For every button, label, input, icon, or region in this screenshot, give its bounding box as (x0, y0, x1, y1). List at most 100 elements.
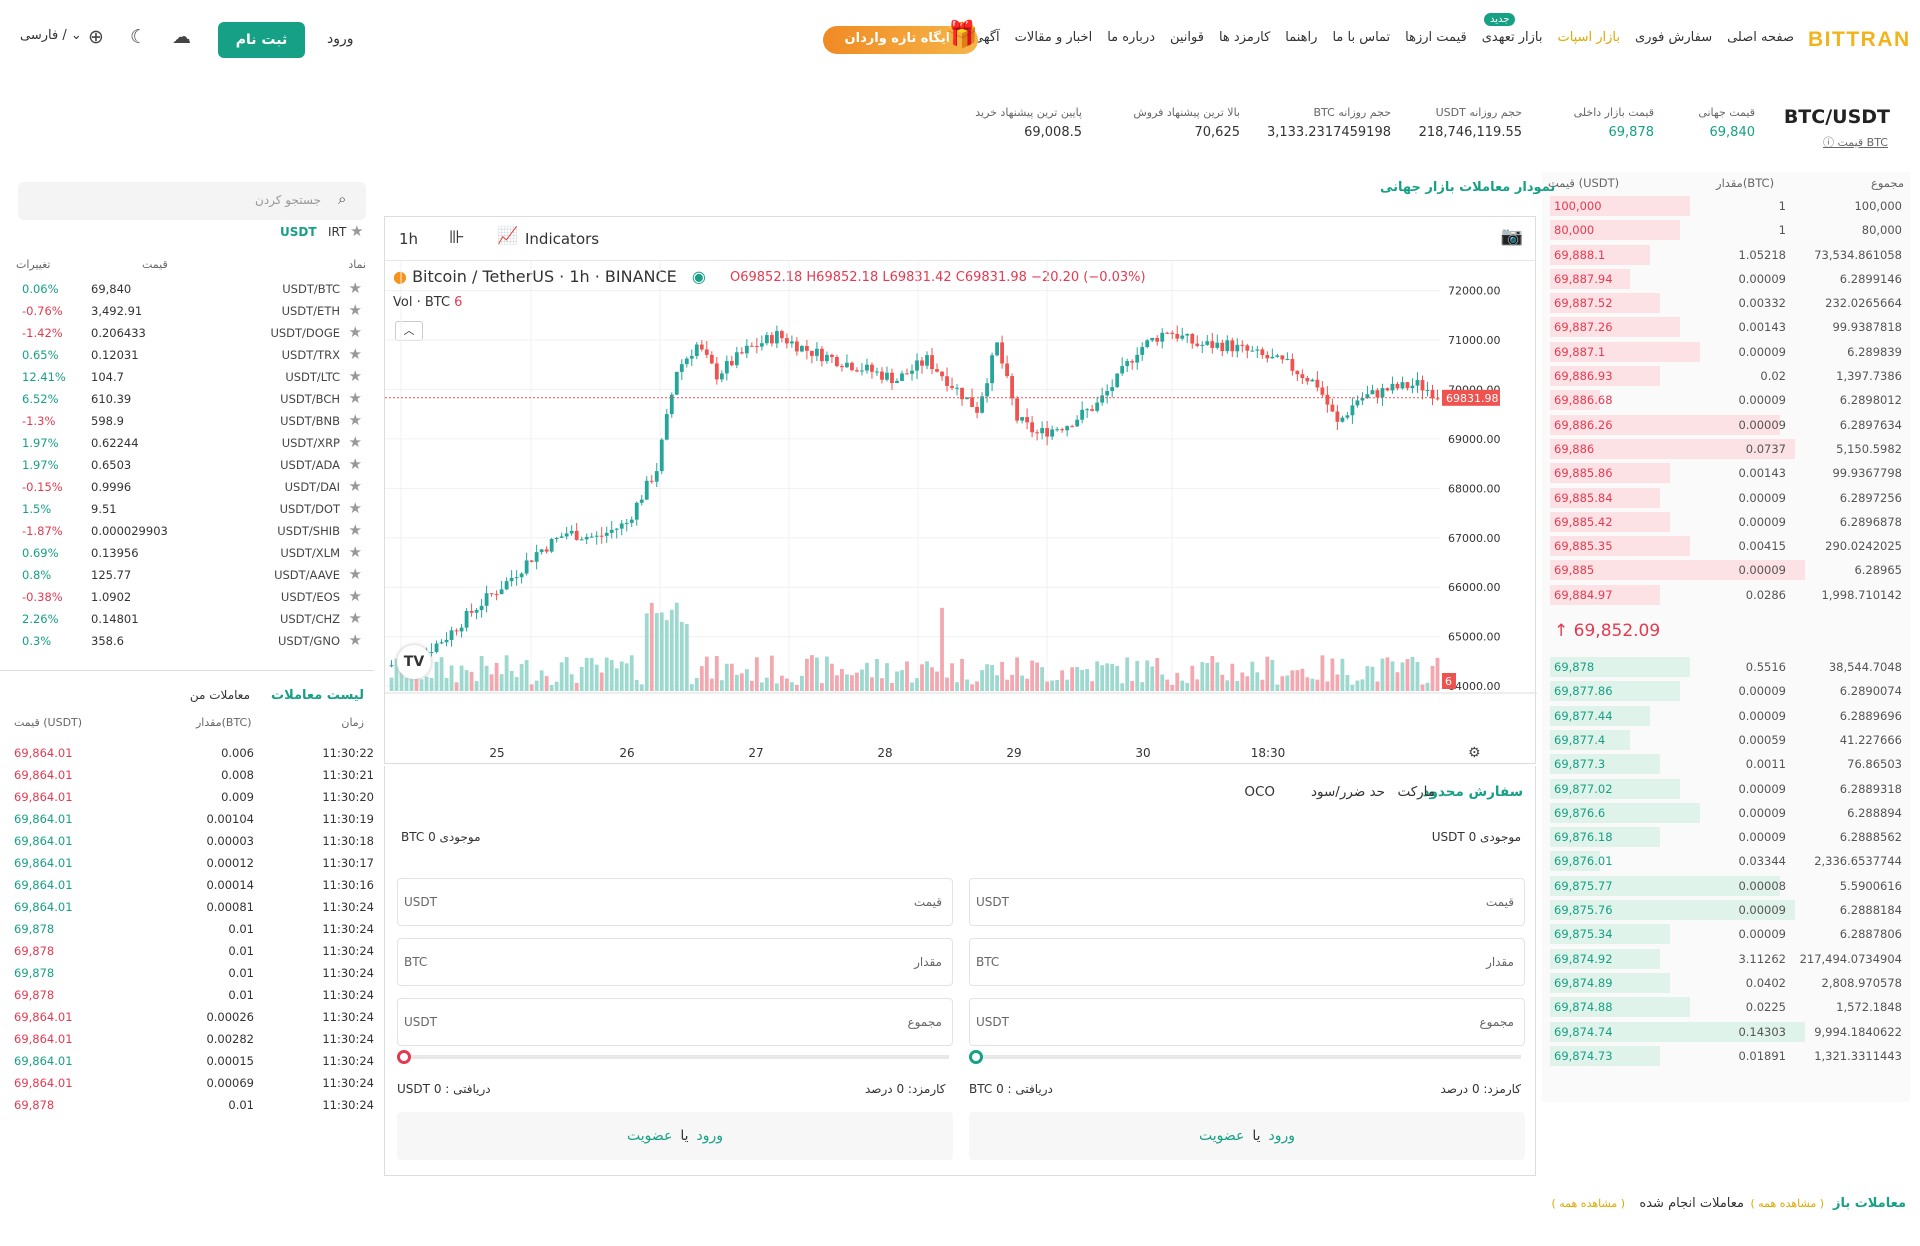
sell-percent-slider[interactable] (401, 1055, 949, 1059)
done-orders-view-all[interactable]: ( مشاهده همه ) (1551, 1197, 1625, 1210)
star-icon[interactable]: ★ (349, 433, 362, 451)
orderbook-row[interactable]: 69,875.77 0.00008 5.5900616 (1542, 874, 1910, 898)
nav-item-7[interactable]: کارمزد ها (1219, 30, 1270, 45)
market-row[interactable]: 0.3% 358.6 USDT/GNO ★ (18, 630, 366, 652)
candle-type-icon[interactable]: ⊪ (449, 227, 465, 248)
orderbook-row[interactable]: 69,886.26 0.00009 6.2897634 (1542, 413, 1910, 437)
slider-handle[interactable] (969, 1050, 983, 1064)
orderbook-row[interactable]: 69,877.44 0.00009 6.2889696 (1542, 704, 1910, 728)
market-row[interactable]: -0.38% 1.0902 USDT/EOS ★ (18, 586, 366, 608)
orderbook-row[interactable]: 69,884.97 0.0286 1,998.710142 (1542, 583, 1910, 607)
market-row[interactable]: 0.8% 125.77 USDT/AAVE ★ (18, 564, 366, 586)
star-icon[interactable]: ★ (349, 301, 362, 319)
indicators-button[interactable]: Indicators (525, 230, 599, 248)
orderbook-row[interactable]: 69,875.34 0.00009 6.2887806 (1542, 922, 1910, 946)
tab-oco[interactable]: OCO (1244, 784, 1275, 800)
orderbook-row[interactable]: 69,885.35 0.00415 290.0242025 (1542, 534, 1910, 558)
login-link[interactable]: ورود (327, 31, 354, 47)
globe-icon[interactable]: ⊕ (88, 26, 104, 48)
orderbook-row[interactable]: 69,885 0.00009 6.28965 (1542, 558, 1910, 582)
orderbook-row[interactable]: 69,876.01 0.03344 2,336.6537744 (1542, 849, 1910, 873)
buy-amount-input[interactable]: مقدار BTC (969, 938, 1525, 986)
orderbook-row[interactable]: 69,874.73 0.01891 1,321.3311443 (1542, 1044, 1910, 1068)
chart-canvas[interactable]: 72000.0071000.0070000.0069000.0068000.00… (385, 261, 1537, 765)
star-icon[interactable]: ★ (349, 543, 362, 561)
logo[interactable]: BITTRAN (1808, 28, 1911, 52)
moon-icon[interactable]: ☾ (130, 26, 147, 48)
star-icon[interactable]: ★ (350, 222, 363, 240)
orderbook-row[interactable]: 69,874.92 3.11262 217,494.0734904 (1542, 947, 1910, 971)
market-row[interactable]: 0.69% 0.13956 USDT/XLM ★ (18, 542, 366, 564)
orderbook-row[interactable]: 69,887.26 0.00143 99.9387818 (1542, 315, 1910, 339)
cloud-download-icon[interactable]: ☁ (172, 26, 191, 48)
nav-item-1[interactable]: سفارش فوری (1635, 30, 1712, 45)
tab-my-trades[interactable]: معاملات من (190, 688, 250, 702)
market-row[interactable]: -0.76% 3,492.91 USDT/ETH ★ (18, 300, 366, 322)
buy-percent-slider[interactable] (973, 1055, 1521, 1059)
orderbook-row[interactable]: 69,878 0.5516 38,544.7048 (1542, 655, 1910, 679)
star-icon[interactable]: ★ (349, 565, 362, 583)
star-icon[interactable]: ★ (349, 345, 362, 363)
open-orders-view-all[interactable]: ( مشاهده همه ) (1750, 1197, 1824, 1210)
orderbook-row[interactable]: 80,000 1 80,000 (1542, 218, 1910, 242)
star-icon[interactable]: ★ (349, 279, 362, 297)
orderbook-row[interactable]: 69,886.93 0.02 1,397.7386 (1542, 364, 1910, 388)
camera-icon[interactable]: 📷 (1501, 226, 1523, 247)
slider-handle[interactable] (397, 1050, 411, 1064)
market-row[interactable]: -0.15% 0.9996 USDT/DAI ★ (18, 476, 366, 498)
star-icon[interactable]: ★ (349, 455, 362, 473)
market-row[interactable]: 6.52% 610.39 USDT/BCH ★ (18, 388, 366, 410)
orderbook-row[interactable]: 69,874.89 0.0402 2,808.970578 (1542, 971, 1910, 995)
orderbook-row[interactable]: 69,887.52 0.00332 232.0265664 (1542, 291, 1910, 315)
tab-market[interactable]: مارکت (1397, 784, 1435, 800)
tab-limit[interactable]: سفارش محدود (1423, 784, 1523, 800)
nav-item-8[interactable]: قوانین (1170, 30, 1204, 45)
market-row[interactable]: 1.97% 0.62244 USDT/XRP ★ (18, 432, 366, 454)
orderbook-row[interactable]: 69,876.6 0.00009 6.288894 (1542, 801, 1910, 825)
tab-stop[interactable]: حد ضرر/سود (1311, 784, 1385, 800)
orderbook-row[interactable]: 69,885.86 0.00143 99.9367798 (1542, 461, 1910, 485)
star-icon[interactable]: ★ (349, 499, 362, 517)
market-row[interactable]: 0.06% 69,840 USDT/BTC ★ (18, 278, 366, 300)
buy-total-input[interactable]: مجموع USDT (969, 998, 1525, 1046)
signup-button[interactable]: ثبت نام (218, 22, 305, 58)
market-row[interactable]: 12.41% 104.7 USDT/LTC ★ (18, 366, 366, 388)
star-icon[interactable]: ★ (349, 411, 362, 429)
star-icon[interactable]: ★ (349, 389, 362, 407)
market-row[interactable]: 1.97% 0.6503 USDT/ADA ★ (18, 454, 366, 476)
sell-total-input[interactable]: مجموع USDT (397, 998, 953, 1046)
orderbook-row[interactable]: 69,885.42 0.00009 6.2896878 (1542, 510, 1910, 534)
star-icon[interactable]: ★ (349, 323, 362, 341)
orderbook-row[interactable]: 69,886.68 0.00009 6.2898012 (1542, 388, 1910, 412)
market-row[interactable]: -1.87% 0.000029903 USDT/SHIB ★ (18, 520, 366, 542)
buy-price-input[interactable]: قیمت USDT (969, 878, 1525, 926)
market-row[interactable]: 0.65% 0.12031 USDT/TRX ★ (18, 344, 366, 366)
orderbook-row[interactable]: 69,887.94 0.00009 6.2899146 (1542, 267, 1910, 291)
star-icon[interactable]: ★ (349, 521, 362, 539)
interval-button[interactable]: 1h (399, 230, 418, 248)
orderbook-row[interactable]: 69,877.02 0.00009 6.2889318 (1542, 777, 1910, 801)
star-icon[interactable]: ★ (349, 587, 362, 605)
tab-usdt[interactable]: USDT (280, 225, 317, 239)
star-icon[interactable]: ★ (349, 609, 362, 627)
market-row[interactable]: -1.42% 0.206433 USDT/DOGE ★ (18, 322, 366, 344)
pair-price-link[interactable]: ⓘ قیمت BTC (1823, 134, 1888, 150)
tab-open-orders[interactable]: معاملات باز (1833, 1196, 1906, 1211)
orderbook-row[interactable]: 69,877.3 0.0011 76.86503 (1542, 752, 1910, 776)
tab-done-orders[interactable]: معاملات انجام شده (1639, 1196, 1744, 1211)
orderbook-row[interactable]: 69,876.18 0.00009 6.2888562 (1542, 825, 1910, 849)
orderbook-row[interactable]: 69,875.76 0.00009 6.2888184 (1542, 898, 1910, 922)
market-row[interactable]: -1.3% 598.9 USDT/BNB ★ (18, 410, 366, 432)
tab-irt[interactable]: IRT (328, 225, 346, 239)
nav-item-4[interactable]: قیمت ارزها (1405, 30, 1467, 45)
orderbook-row[interactable]: 69,886 0.0737 5,150.5982 (1542, 437, 1910, 461)
orderbook-row[interactable]: 69,874.74 0.14303 9,994.1840622 (1542, 1020, 1910, 1044)
nav-item-0[interactable]: صفحه اصلی (1727, 30, 1794, 45)
market-row[interactable]: 2.26% 0.14801 USDT/CHZ ★ (18, 608, 366, 630)
orderbook-row[interactable]: 69,888.1 1.05218 73,534.861058 (1542, 243, 1910, 267)
login-link[interactable]: ورود (697, 1128, 724, 1144)
nav-item-5[interactable]: تماس با ما (1332, 30, 1390, 45)
market-row[interactable]: 1.5% 9.51 USDT/DOT ★ (18, 498, 366, 520)
nav-item-2[interactable]: بازار اسپات (1557, 30, 1620, 45)
chart-settings-icon[interactable]: ⚙ (1468, 745, 1481, 761)
